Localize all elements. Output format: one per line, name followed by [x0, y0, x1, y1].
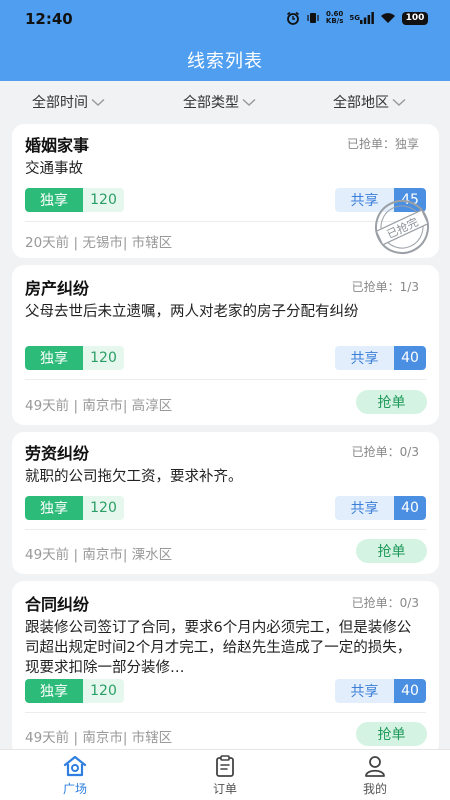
lead-time: 49天前: [25, 730, 70, 746]
lead-district: 市辖区: [131, 235, 173, 251]
lead-district: 高淳区: [131, 398, 173, 414]
filter-time[interactable]: 全部时间: [32, 92, 105, 112]
filter-type-label: 全部类型: [183, 95, 239, 111]
battery-icon: 100: [402, 11, 428, 25]
chevron-down-icon: [91, 98, 105, 106]
grab-order-button[interactable]: 抢单: [356, 539, 427, 563]
exclusive-price: 120: [83, 496, 124, 520]
exclusive-price: 120: [83, 346, 124, 370]
lead-description: 交通事故: [25, 161, 83, 177]
speed-unit: KB/s: [325, 17, 344, 25]
lead-city: 南京市: [82, 730, 123, 746]
shared-price-tag: 共享 40: [335, 346, 426, 370]
lead-card[interactable]: 劳资纠纷 已抢单：0/3 就职的公司拖欠工资，要求补齐。 独享 120 共享 4…: [12, 432, 439, 574]
lead-card[interactable]: 房产纠纷 已抢单：1/3 父母去世后未立遗嘱，两人对老家的房子分配有纠纷 独享 …: [12, 265, 439, 425]
tab-orders[interactable]: 订单: [185, 754, 265, 797]
status-bar: 12:40 0.60 KB/s 5G 100: [0, 0, 450, 36]
shared-price: 40: [394, 496, 426, 520]
lead-category: 劳资纠纷: [25, 444, 90, 463]
tab-plaza-label: 广场: [62, 782, 87, 796]
alarm-icon: [286, 11, 300, 25]
exclusive-price-tag: 独享 120: [25, 496, 124, 520]
lead-meta: 49天前 | 南京市| 高淳区: [25, 398, 173, 414]
shared-price-tag: 共享 40: [335, 496, 426, 520]
exclusive-label: 独享: [25, 496, 83, 520]
tab-mine-label: 我的: [362, 782, 387, 796]
exclusive-price: 120: [83, 188, 124, 212]
shared-label: 共享: [335, 496, 394, 520]
lead-meta: 20天前 | 无锡市| 市辖区: [25, 235, 173, 251]
lead-district: 溧水区: [131, 547, 173, 563]
lead-time: 20天前: [25, 235, 70, 251]
divider: [25, 221, 426, 222]
tab-mine[interactable]: 我的: [335, 754, 415, 797]
divider: [25, 379, 426, 380]
shared-price: 40: [394, 346, 426, 370]
lead-city: 南京市: [82, 547, 123, 563]
app-header: 12:40 0.60 KB/s 5G 100 线索列表: [0, 0, 450, 81]
filter-region-label: 全部地区: [333, 95, 389, 111]
cellular-signal-icon: 5G: [349, 12, 374, 24]
lead-meta: 49天前 | 南京市| 溧水区: [25, 547, 173, 563]
filter-type[interactable]: 全部类型: [183, 92, 256, 112]
page-title: 线索列表: [187, 51, 263, 72]
vibrate-icon: [306, 11, 320, 25]
sold-out-stamp: 已抢完: [375, 200, 429, 254]
exclusive-label: 独享: [25, 679, 83, 703]
exclusive-price: 120: [83, 679, 124, 703]
wifi-icon: [380, 12, 396, 24]
shared-label: 共享: [335, 679, 394, 703]
bottom-tab-bar: 广场 订单 我的: [0, 749, 450, 800]
filter-time-label: 全部时间: [32, 95, 88, 111]
shared-label: 共享: [335, 346, 394, 370]
tab-plaza[interactable]: 广场: [35, 754, 115, 797]
lead-category: 房产纠纷: [25, 279, 90, 298]
lead-time: 49天前: [25, 398, 70, 414]
lead-category: 合同纠纷: [25, 595, 90, 614]
grab-order-button[interactable]: 抢单: [356, 390, 427, 414]
plaza-home-icon: [63, 755, 87, 777]
exclusive-price-tag: 独享 120: [25, 346, 124, 370]
exclusive-label: 独享: [25, 346, 83, 370]
exclusive-price-tag: 独享 120: [25, 679, 124, 703]
chevron-down-icon: [242, 98, 256, 106]
tab-orders-label: 订单: [212, 782, 237, 796]
user-icon: [365, 756, 385, 777]
status-icons: 0.60 KB/s 5G 100: [286, 9, 428, 27]
lead-card[interactable]: 合同纠纷 已抢单：0/3 跟装修公司签订了合同，要求6个月内必须完工，但是装修公…: [12, 581, 439, 756]
lead-grab-status: 已抢单：0/3: [351, 445, 419, 459]
lead-card[interactable]: 婚姻家事 已抢单：独享 交通事故 独享 120 共享 45 20天前 | 无锡市…: [12, 124, 439, 258]
lead-city: 南京市: [82, 398, 123, 414]
network-speed: 0.60 KB/s: [326, 11, 343, 25]
clipboard-icon: [216, 755, 234, 777]
lead-city: 无锡市: [82, 235, 123, 251]
shared-price: 40: [394, 679, 426, 703]
lead-description: 跟装修公司签订了合同，要求6个月内必须完工，但是装修公司超出规定时间2个月才完工…: [25, 620, 412, 676]
divider: [25, 712, 426, 713]
filter-region[interactable]: 全部地区: [333, 92, 406, 112]
lead-grab-status: 已抢单：1/3: [351, 280, 419, 294]
lead-description: 父母去世后未立遗嘱，两人对老家的房子分配有纠纷: [25, 304, 359, 320]
lead-description: 就职的公司拖欠工资，要求补齐。: [25, 469, 243, 485]
exclusive-price-tag: 独享 120: [25, 188, 124, 212]
divider: [25, 529, 426, 530]
lead-grab-status: 已抢单：0/3: [351, 596, 419, 610]
lead-district: 市辖区: [131, 730, 173, 746]
lead-meta: 49天前 | 南京市| 市辖区: [25, 730, 173, 746]
exclusive-label: 独享: [25, 188, 83, 212]
lead-grab-status: 已抢单：独享: [346, 137, 419, 151]
shared-price-tag: 共享 40: [335, 679, 426, 703]
grab-order-button[interactable]: 抢单: [356, 722, 427, 746]
network-type: 5G: [349, 13, 360, 22]
lead-time: 49天前: [25, 547, 70, 563]
filter-bar: 全部时间 全部类型 全部地区: [0, 81, 450, 121]
chevron-down-icon: [392, 98, 406, 106]
status-time: 12:40: [25, 10, 73, 28]
lead-category: 婚姻家事: [25, 136, 90, 155]
